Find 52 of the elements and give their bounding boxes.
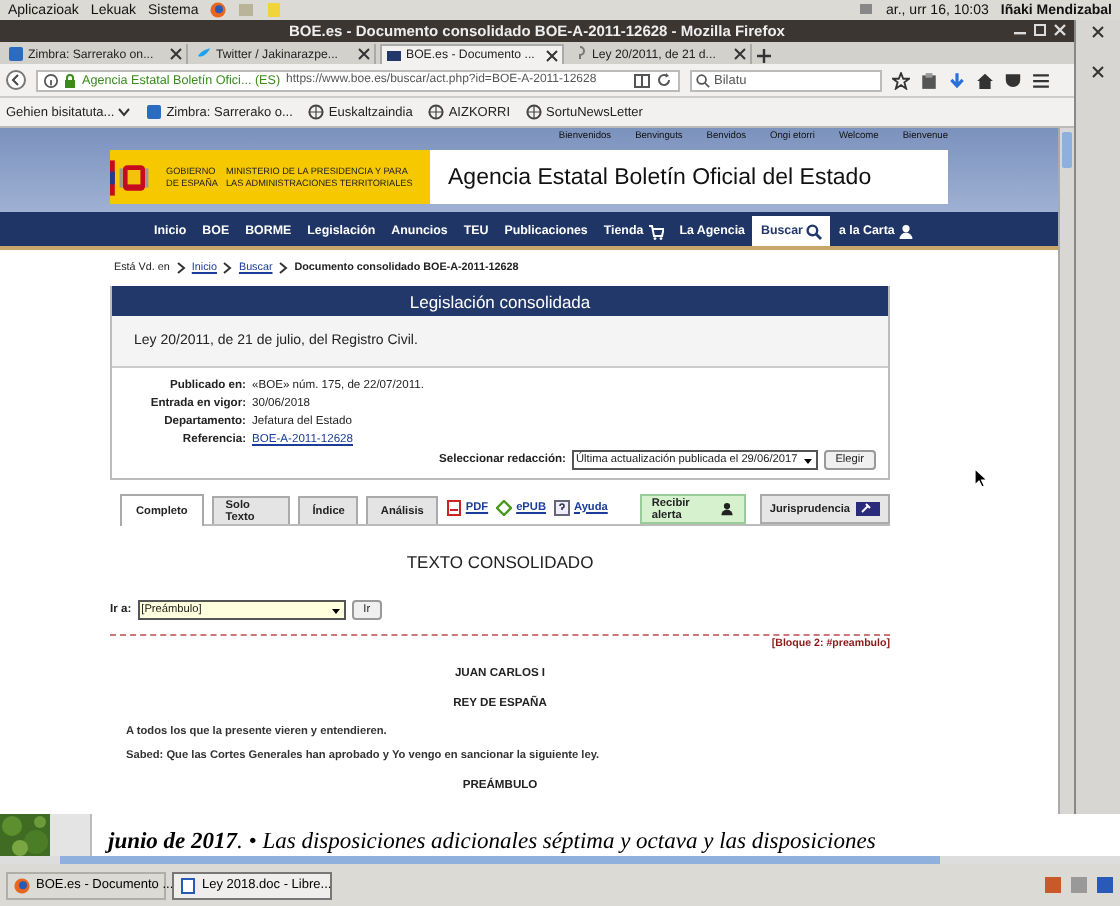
close-icon[interactable] [546,49,558,61]
dropdown-icon [801,453,814,467]
download-icon[interactable] [948,71,966,89]
person-icon [719,502,734,516]
scrollbar[interactable] [1058,128,1074,814]
help-icon [553,499,570,515]
search-icon [696,73,710,87]
firefox-icon [14,877,30,893]
close-icon[interactable] [1092,26,1104,38]
close-icon[interactable] [170,48,182,60]
maximize-icon[interactable] [1034,24,1046,36]
globe-icon [428,104,445,120]
card-heading: Legislación consolidada [112,286,889,316]
search-icon [806,223,823,239]
site-title: Agencia Estatal Boletín Oficial del Estado [448,165,872,189]
cart-icon [647,223,664,239]
zimbra-icon [146,104,163,120]
chevron-icon [222,262,233,274]
user-icon [898,223,915,239]
chevron-icon [278,262,289,274]
chevron-icon [118,106,131,118]
ruler [50,814,92,856]
menu-icon[interactable] [1032,71,1050,89]
bird-icon [196,46,212,62]
reload-icon[interactable] [656,72,672,88]
home-icon[interactable] [976,71,994,89]
zimbra-icon [8,46,24,62]
info-icon[interactable] [44,73,58,87]
document-text: junio de 2017. • Las disposiciones adicionales séptima y octava y las disposiciones [103,828,878,856]
pointer-icon [974,468,988,488]
close-icon[interactable] [734,48,746,60]
clipboard-icon[interactable] [920,71,938,89]
section-heading: TEXTO CONSOLIDADO [404,552,596,576]
gavel-icon [856,502,881,516]
scrollbar[interactable] [0,856,1120,864]
star-icon[interactable] [892,71,910,89]
close-icon[interactable] [358,48,370,60]
globe-icon [526,104,543,120]
network-icon[interactable] [858,2,874,18]
pdf-icon [445,499,462,515]
site-icon [386,47,402,63]
globe-icon [308,104,325,120]
epub-icon [496,499,513,515]
document-icon [180,877,196,893]
back-icon[interactable] [6,70,26,90]
lock-icon[interactable] [64,73,76,87]
reader-icon[interactable] [634,73,650,87]
chevron-icon [175,262,186,274]
close-icon[interactable] [1092,66,1104,78]
dropdown-icon [329,603,342,617]
firefox-icon[interactable] [210,2,227,18]
new-tab-icon[interactable] [756,48,772,64]
